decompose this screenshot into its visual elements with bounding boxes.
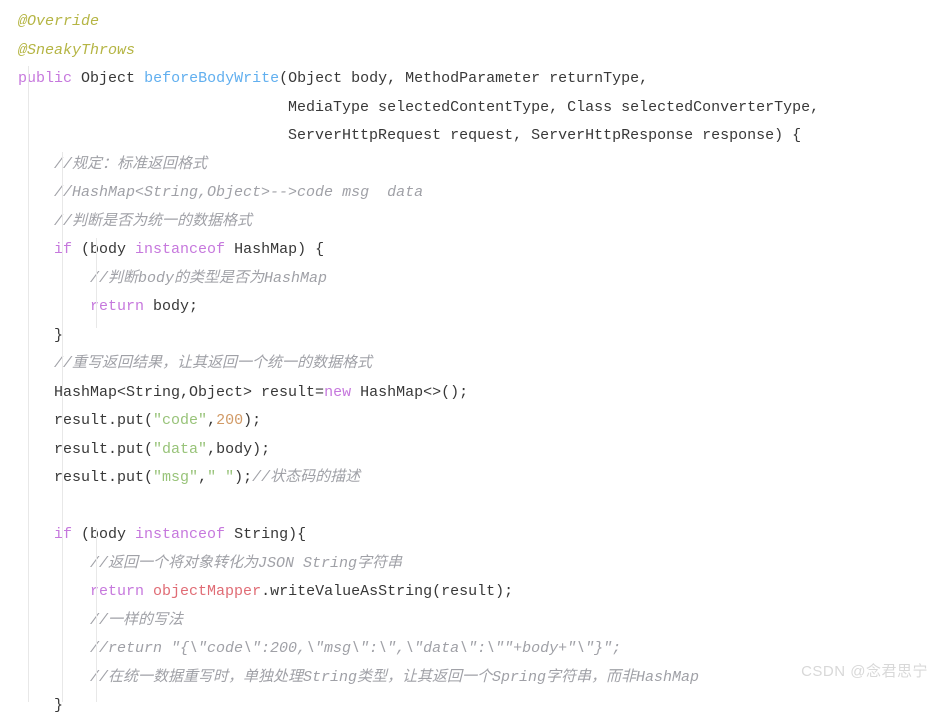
code-line: } xyxy=(18,692,948,721)
code-line: return objectMapper.writeValueAsString(r… xyxy=(18,578,948,607)
code-line: //重写返回结果，让其返回一个统一的数据格式 xyxy=(18,350,948,379)
code-line: MediaType selectedContentType, Class sel… xyxy=(18,94,948,123)
code-line: //HashMap<String,Object>-->code msg data xyxy=(18,179,948,208)
code-line: public Object beforeBodyWrite(Object bod… xyxy=(18,65,948,94)
code-line: HashMap<String,Object> result=new HashMa… xyxy=(18,379,948,408)
code-line: //判断是否为统一的数据格式 xyxy=(18,208,948,237)
code-line: //判断body的类型是否为HashMap xyxy=(18,265,948,294)
code-line: result.put("msg"," ");//状态码的描述 xyxy=(18,464,948,493)
code-line: } xyxy=(18,322,948,351)
code-line: if (body instanceof HashMap) { xyxy=(18,236,948,265)
code-line: result.put("code",200); xyxy=(18,407,948,436)
code-line: //规定：标准返回格式 xyxy=(18,151,948,180)
code-line: @Override xyxy=(18,8,948,37)
code-line: result.put("data",body); xyxy=(18,436,948,465)
code-line: //一样的写法 xyxy=(18,607,948,636)
watermark-text: CSDN @念君思宁 xyxy=(801,658,928,687)
code-line: return body; xyxy=(18,293,948,322)
code-line: ServerHttpRequest request, ServerHttpRes… xyxy=(18,122,948,151)
code-line xyxy=(18,493,948,522)
code-line: //返回一个将对象转化为JSON String字符串 xyxy=(18,550,948,579)
code-block: @Override @SneakyThrows public Object be… xyxy=(18,8,948,721)
code-line: @SneakyThrows xyxy=(18,37,948,66)
code-line: if (body instanceof String){ xyxy=(18,521,948,550)
